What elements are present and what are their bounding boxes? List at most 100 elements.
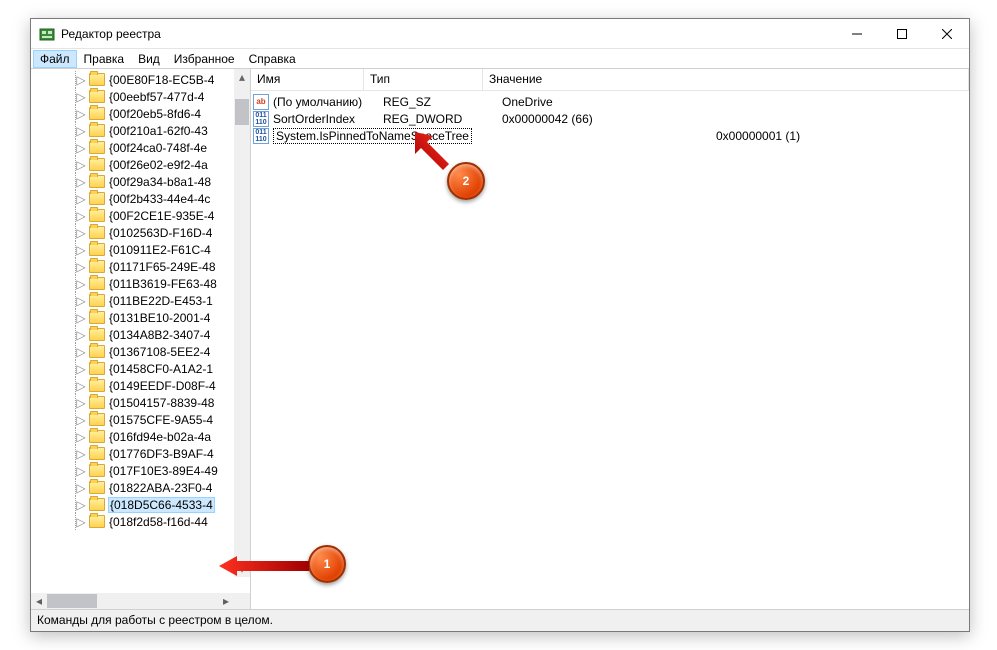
expand-icon[interactable]: ▷: [75, 91, 87, 103]
expand-icon[interactable]: ▷: [75, 227, 87, 239]
tree-item[interactable]: ▷{01822ABA-23F0-4: [31, 479, 234, 496]
maximize-button[interactable]: [879, 19, 924, 48]
expand-icon[interactable]: ▷: [75, 125, 87, 137]
expand-icon[interactable]: ▷: [75, 397, 87, 409]
expand-icon[interactable]: ▷: [75, 193, 87, 205]
minimize-button[interactable]: [834, 19, 879, 48]
close-button[interactable]: [924, 19, 969, 48]
tree-item[interactable]: ▷{00f26e02-e9f2-4a: [31, 156, 234, 173]
folder-icon: [89, 430, 105, 443]
column-value[interactable]: Значение: [483, 69, 969, 90]
value-row[interactable]: 011110System.IsPinnedToNameSpaceTree0x00…: [251, 127, 969, 144]
scroll-left-icon[interactable]: ◂: [31, 593, 47, 609]
expand-icon[interactable]: ▷: [75, 278, 87, 290]
tree-item[interactable]: ▷{01575CFE-9A55-4: [31, 411, 234, 428]
expand-icon[interactable]: ▷: [75, 295, 87, 307]
expand-icon[interactable]: ▷: [75, 499, 87, 511]
values-header[interactable]: Имя Тип Значение: [251, 69, 969, 91]
tree-item[interactable]: ▷{0131BE10-2001-4: [31, 309, 234, 326]
expand-icon[interactable]: ▷: [75, 431, 87, 443]
expand-icon[interactable]: ▷: [75, 414, 87, 426]
expand-icon[interactable]: ▷: [75, 363, 87, 375]
tree-item[interactable]: ▷{01171F65-249E-48: [31, 258, 234, 275]
expand-icon[interactable]: ▷: [75, 329, 87, 341]
menu-view[interactable]: Вид: [131, 50, 167, 68]
tree-item-label: {00f210a1-62f0-43: [109, 124, 208, 138]
tree-item[interactable]: ▷ {016fd94e-b02a-4a: [31, 428, 234, 445]
expand-icon[interactable]: ▷: [75, 482, 87, 494]
tree-item-label: {01367108-5EE2-4: [109, 345, 210, 359]
tree-item[interactable]: ▷{011B3619-FE63-48: [31, 275, 234, 292]
expand-icon[interactable]: ▷: [75, 74, 87, 86]
tree-vertical-scrollbar[interactable]: ▴ ▾: [234, 69, 250, 577]
tree-item[interactable]: ▷ {01367108-5EE2-4: [31, 343, 234, 360]
annotation-arrow-2: [413, 130, 453, 170]
tree-horizontal-scrollbar[interactable]: ◂ ▸: [31, 593, 250, 609]
tree-item[interactable]: ▷{01504157-8839-48: [31, 394, 234, 411]
value-row[interactable]: ab(По умолчанию)REG_SZOneDrive: [251, 93, 969, 110]
tree-item[interactable]: ▷ {00f29a34-b8a1-48: [31, 173, 234, 190]
tree-item[interactable]: ▷{017F10E3-89E4-49: [31, 462, 234, 479]
tree-item[interactable]: ▷{00F2CE1E-935E-4: [31, 207, 234, 224]
tree-item-label: {00eebf57-477d-4: [109, 90, 204, 104]
values-list[interactable]: ab(По умолчанию)REG_SZOneDrive011110Sort…: [251, 91, 969, 609]
menu-edit[interactable]: Правка: [77, 50, 132, 68]
tree-item-label: {0134A8B2-3407-4: [109, 328, 210, 342]
titlebar[interactable]: Редактор реестра: [31, 19, 969, 49]
tree-item[interactable]: ▷{00f24ca0-748f-4e: [31, 139, 234, 156]
tree-item-label: {016fd94e-b02a-4a: [109, 430, 211, 444]
folder-icon: [89, 498, 105, 511]
expand-icon[interactable]: ▷: [75, 380, 87, 392]
menu-file[interactable]: Файл: [33, 50, 77, 68]
expand-icon[interactable]: ▷: [75, 176, 87, 188]
tree-item[interactable]: ▷{010911E2-F61C-4: [31, 241, 234, 258]
folder-icon: [89, 515, 105, 528]
tree-item-label: {0102563D-F16D-4: [109, 226, 212, 240]
scroll-thumb[interactable]: [235, 99, 249, 125]
values-panel: Имя Тип Значение ab(По умолчанию)REG_SZO…: [251, 69, 969, 609]
expand-icon[interactable]: ▷: [75, 516, 87, 528]
tree-item[interactable]: ▷ {0102563D-F16D-4: [31, 224, 234, 241]
tree-item[interactable]: ▷ {0134A8B2-3407-4: [31, 326, 234, 343]
value-data: 0x00000001 (1): [716, 129, 806, 143]
expand-icon[interactable]: ▷: [75, 108, 87, 120]
tree-item[interactable]: ▷{018D5C66-4533-4: [31, 496, 234, 513]
scroll-right-icon[interactable]: ▸: [218, 593, 234, 609]
expand-icon[interactable]: ▷: [75, 142, 87, 154]
dword-value-icon: 011110: [253, 128, 269, 144]
tree-item[interactable]: ▷{01458CF0-A1A2-1: [31, 360, 234, 377]
registry-editor-window: Редактор реестра Файл Правка Вид Избранн…: [30, 18, 970, 632]
tree-item[interactable]: ▷{00f2b433-44e4-4c: [31, 190, 234, 207]
expand-icon[interactable]: ▷: [75, 346, 87, 358]
expand-icon[interactable]: ▷: [75, 159, 87, 171]
tree-item[interactable]: ▷ {00f210a1-62f0-43: [31, 122, 234, 139]
hscroll-thumb[interactable]: [47, 594, 97, 608]
tree-item[interactable]: ▷{00E80F18-EC5B-4: [31, 71, 234, 88]
tree-item[interactable]: ▷{00f20eb5-8fd6-4: [31, 105, 234, 122]
tree-item-label: {018f2d58-f16d-44: [109, 515, 208, 529]
value-row[interactable]: 011110SortOrderIndexREG_DWORD0x00000042 …: [251, 110, 969, 127]
folder-icon: [89, 481, 105, 494]
annotation-arrow-1: [219, 556, 309, 576]
tree-item[interactable]: ▷{01776DF3-B9AF-4: [31, 445, 234, 462]
menu-favorites[interactable]: Избранное: [167, 50, 242, 68]
column-name[interactable]: Имя: [251, 69, 364, 90]
menu-help[interactable]: Справка: [242, 50, 303, 68]
tree-item[interactable]: ▷{011BE22D-E453-1: [31, 292, 234, 309]
expand-icon[interactable]: ▷: [75, 448, 87, 460]
window-title: Редактор реестра: [61, 27, 834, 41]
expand-icon[interactable]: ▷: [75, 244, 87, 256]
tree-item[interactable]: ▷ {00eebf57-477d-4: [31, 88, 234, 105]
value-type: REG_SZ: [383, 95, 502, 109]
column-type[interactable]: Тип: [364, 69, 483, 90]
expand-icon[interactable]: ▷: [75, 261, 87, 273]
tree-item-label: {00f29a34-b8a1-48: [109, 175, 211, 189]
expand-icon[interactable]: ▷: [75, 465, 87, 477]
expand-icon[interactable]: ▷: [75, 312, 87, 324]
expand-icon[interactable]: ▷: [75, 210, 87, 222]
tree-body[interactable]: ▷{00E80F18-EC5B-4▷{00eebf57-477d-4▷{00f2…: [31, 69, 250, 593]
tree-item[interactable]: ▷ {018f2d58-f16d-44: [31, 513, 234, 530]
tree-item[interactable]: ▷{0149EEDF-D08F-4: [31, 377, 234, 394]
value-type: REG_DWORD: [383, 112, 502, 126]
scroll-up-icon[interactable]: ▴: [234, 69, 250, 85]
